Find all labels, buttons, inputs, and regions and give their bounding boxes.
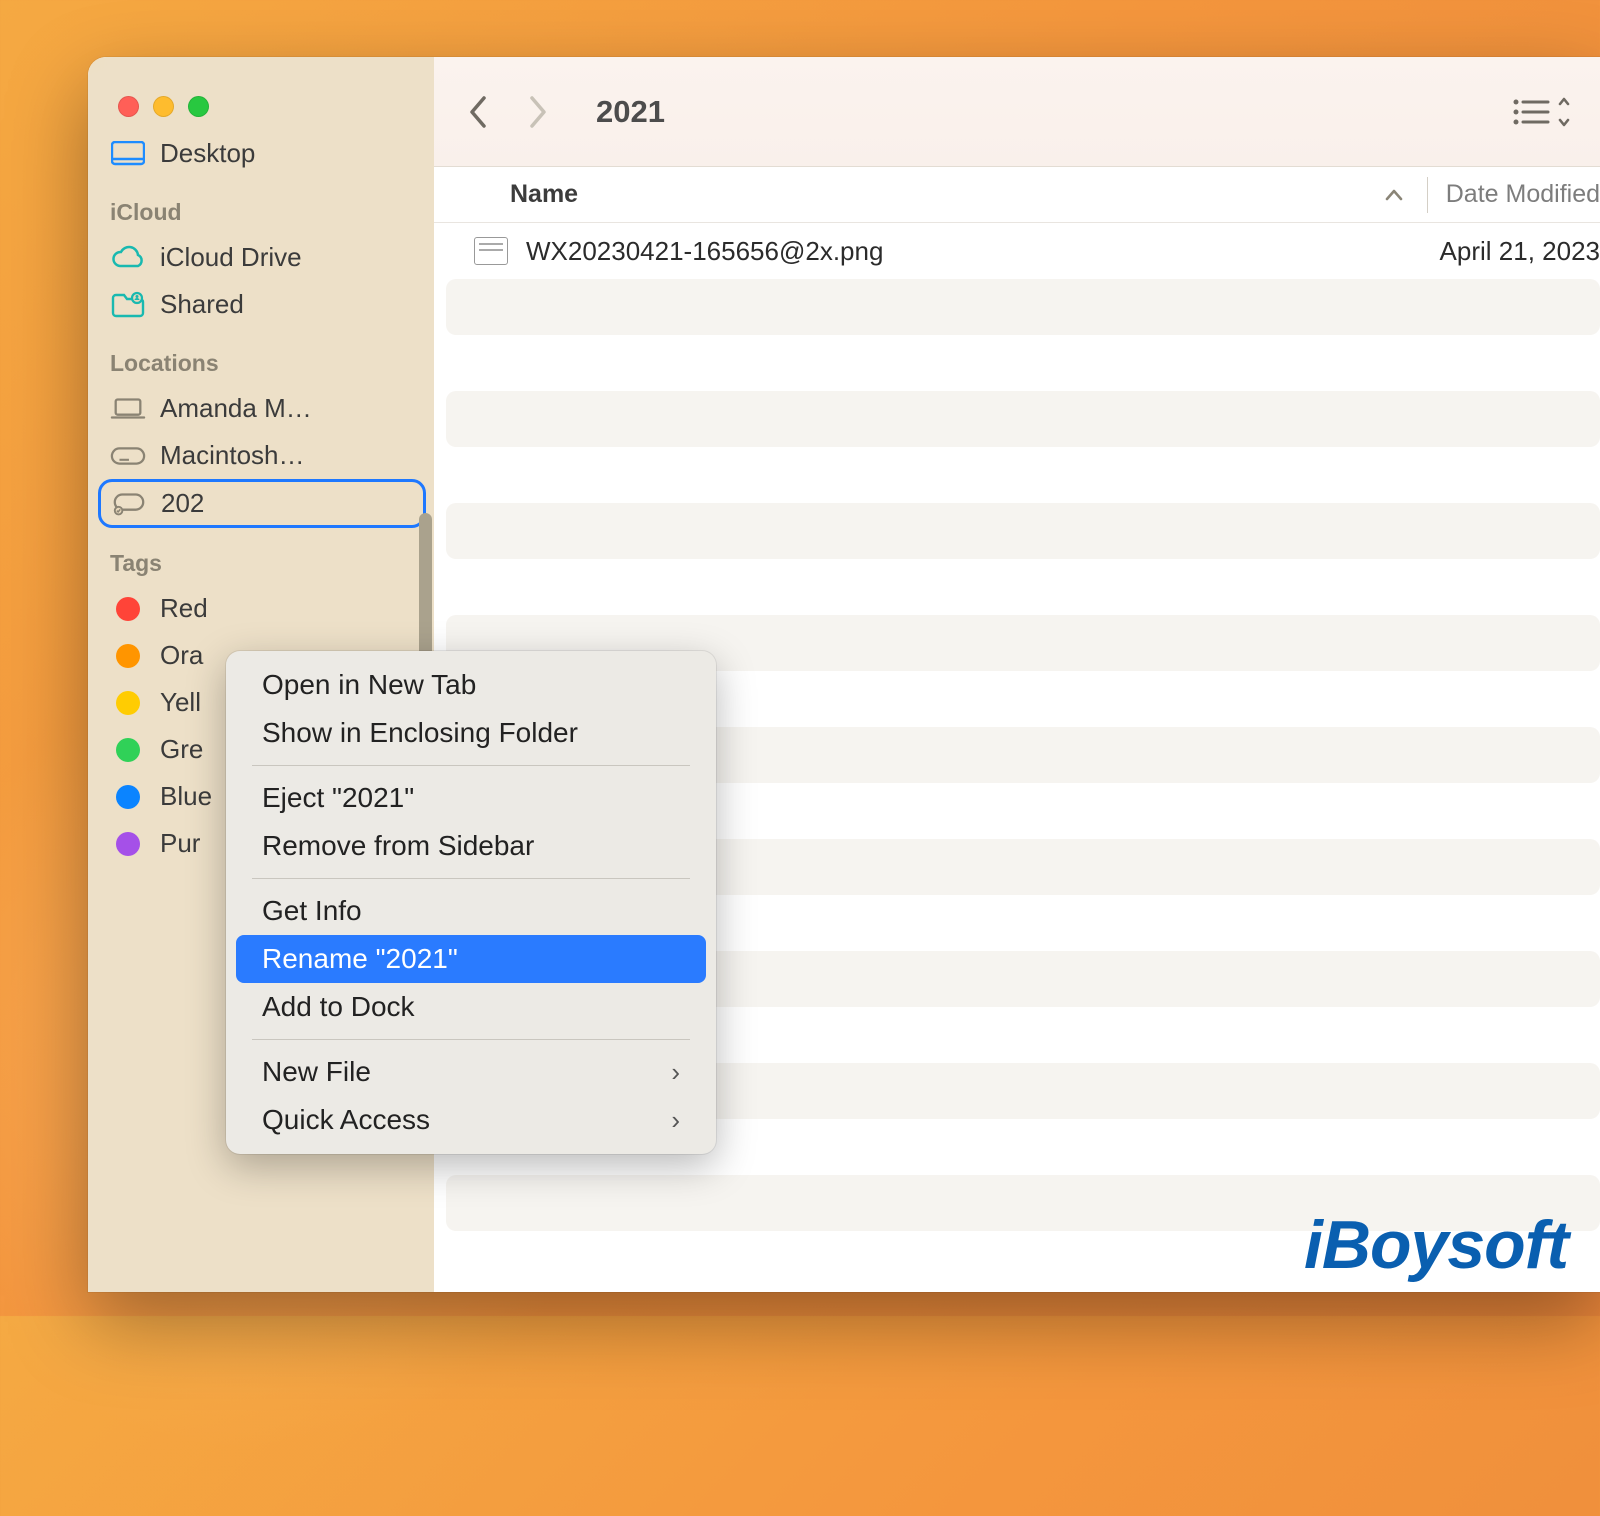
sidebar-item-label: Blue: [160, 781, 212, 812]
sidebar-item-label: 202: [161, 488, 204, 519]
window-controls: [88, 82, 434, 130]
menu-item-label: Show in Enclosing Folder: [262, 717, 578, 749]
menu-item-label: Quick Access: [262, 1104, 430, 1136]
disk-image-icon: [111, 489, 147, 519]
menu-item-label: Add to Dock: [262, 991, 415, 1023]
tag-dot-icon: [116, 738, 140, 762]
sidebar-item-label: Macintosh…: [160, 440, 305, 471]
menu-item-label: Rename "2021": [262, 943, 458, 975]
sidebar-section-locations: Locations: [88, 328, 434, 385]
file-row[interactable]: WX20230421-165656@2x.png April 21, 2023: [434, 223, 1600, 279]
sidebar-item-label: Yell: [160, 687, 201, 718]
sort-chevron-icon: [1385, 189, 1403, 201]
back-button[interactable]: [458, 92, 498, 132]
menu-rename[interactable]: Rename "2021": [236, 935, 706, 983]
menu-remove-sidebar[interactable]: Remove from Sidebar: [236, 822, 706, 870]
sidebar-item-label: Shared: [160, 289, 244, 320]
shared-folder-icon: [110, 290, 146, 320]
internal-disk-icon: [110, 441, 146, 471]
column-header-date[interactable]: Date Modified: [1446, 180, 1600, 209]
sidebar-item-label: Amanda M…: [160, 393, 312, 424]
view-options-button[interactable]: [1510, 94, 1570, 130]
menu-separator: [252, 765, 690, 766]
sidebar-item-label: Gre: [160, 734, 203, 765]
menu-separator: [252, 878, 690, 879]
sidebar-item-label: Red: [160, 593, 208, 624]
sidebar-item-amanda[interactable]: Amanda M…: [88, 385, 434, 432]
laptop-icon: [110, 394, 146, 424]
sidebar-item-desktop[interactable]: Desktop: [88, 130, 434, 177]
menu-eject[interactable]: Eject "2021": [236, 774, 706, 822]
sidebar-section-tags: Tags: [88, 528, 434, 585]
sidebar-item-shared[interactable]: Shared: [88, 281, 434, 328]
menu-show-enclosing[interactable]: Show in Enclosing Folder: [236, 709, 706, 757]
chevron-right-icon: ›: [671, 1057, 680, 1088]
context-menu: Open in New Tab Show in Enclosing Folder…: [226, 651, 716, 1154]
list-row-placeholder: [446, 279, 1600, 335]
list-row-placeholder: [446, 503, 1600, 559]
window-title: 2021: [596, 94, 665, 130]
menu-new-file[interactable]: New File ›: [236, 1048, 706, 1096]
tag-dot-icon: [116, 832, 140, 856]
cloud-icon: [110, 243, 146, 273]
toolbar: 2021: [434, 57, 1600, 167]
forward-button[interactable]: [518, 92, 558, 132]
sidebar-item-label: iCloud Drive: [160, 242, 302, 273]
image-file-icon: [474, 237, 508, 265]
menu-item-label: Open in New Tab: [262, 669, 476, 701]
watermark: iBoysoft: [1304, 1206, 1568, 1284]
tag-dot-icon: [116, 785, 140, 809]
sidebar-item-label: Desktop: [160, 138, 255, 169]
sidebar-tag-red[interactable]: Red: [88, 585, 434, 632]
column-headers: Name Date Modified: [434, 167, 1600, 223]
menu-item-label: Get Info: [262, 895, 362, 927]
list-row-placeholder: [446, 391, 1600, 447]
sidebar-item-disk-2021[interactable]: 202: [98, 479, 426, 528]
zoom-window-button[interactable]: [188, 96, 209, 117]
tag-dot-icon: [116, 691, 140, 715]
tag-dot-icon: [116, 644, 140, 668]
minimize-window-button[interactable]: [153, 96, 174, 117]
menu-quick-access[interactable]: Quick Access ›: [236, 1096, 706, 1144]
menu-get-info[interactable]: Get Info: [236, 887, 706, 935]
column-divider[interactable]: [1427, 177, 1428, 213]
tag-dot-icon: [116, 597, 140, 621]
file-date: April 21, 2023: [1440, 236, 1600, 267]
watermark-text: iBoysoft: [1304, 1207, 1568, 1283]
sidebar-item-icloud-drive[interactable]: iCloud Drive: [88, 234, 434, 281]
chevron-right-icon: ›: [671, 1105, 680, 1136]
sidebar-item-macintosh[interactable]: Macintosh…: [88, 432, 434, 479]
menu-separator: [252, 1039, 690, 1040]
menu-add-to-dock[interactable]: Add to Dock: [236, 983, 706, 1031]
sidebar-section-icloud: iCloud: [88, 177, 434, 234]
menu-open-new-tab[interactable]: Open in New Tab: [236, 661, 706, 709]
menu-item-label: New File: [262, 1056, 371, 1088]
sidebar-item-label: Pur: [160, 828, 200, 859]
file-name: WX20230421-165656@2x.png: [526, 236, 1440, 267]
menu-item-label: Remove from Sidebar: [262, 830, 534, 862]
close-window-button[interactable]: [118, 96, 139, 117]
desktop-icon: [110, 139, 146, 169]
sidebar-item-label: Ora: [160, 640, 203, 671]
column-header-name[interactable]: Name: [510, 180, 1385, 209]
menu-item-label: Eject "2021": [262, 782, 414, 814]
